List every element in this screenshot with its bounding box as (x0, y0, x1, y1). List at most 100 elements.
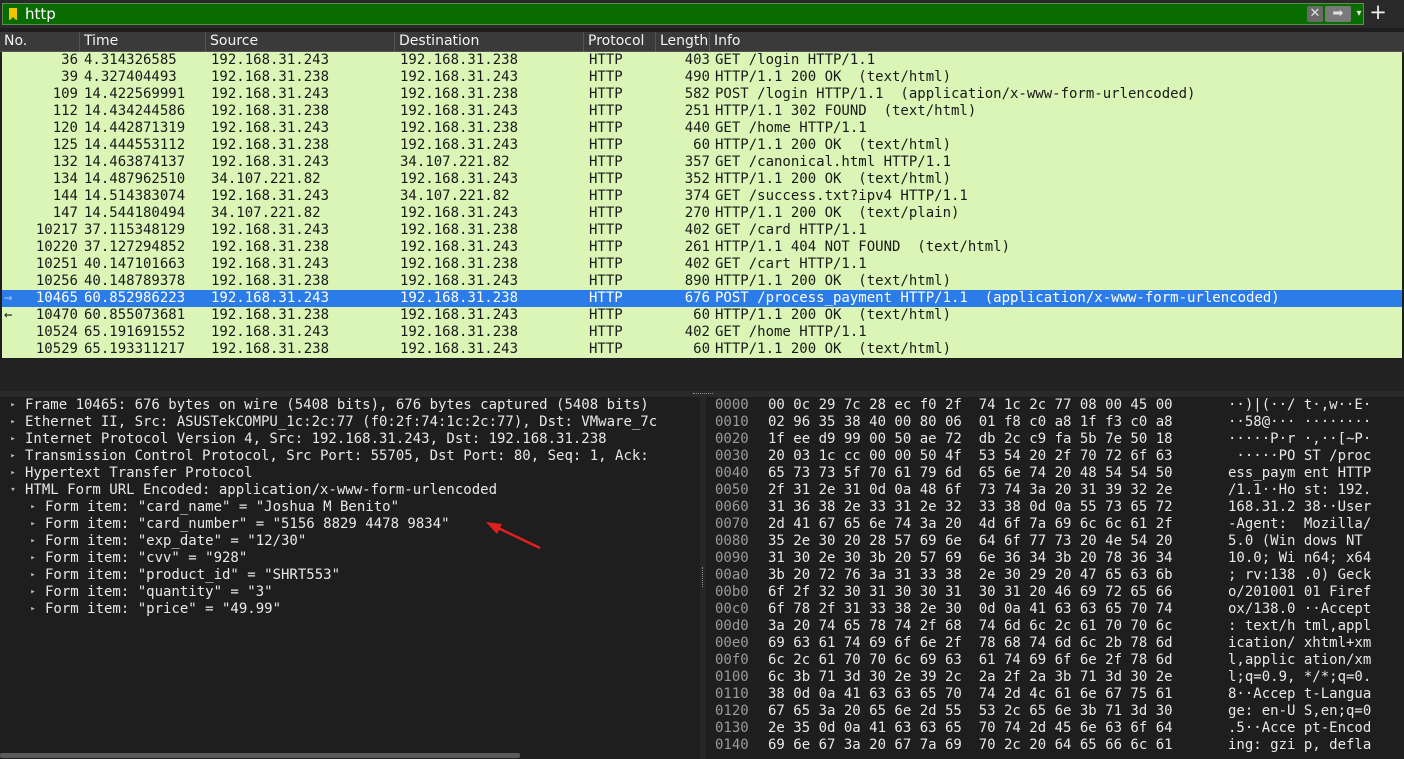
collapsed-arrow-icon[interactable]: ▸ (8, 465, 18, 482)
collapsed-arrow-icon[interactable]: ▸ (8, 397, 18, 414)
hex-dump-row[interactable]: 00f0 6c 2c 61 70 70 6c 69 63 61 74 69 6f … (706, 652, 1404, 669)
packet-row[interactable]: 36 4.314326585 192.168.31.243 192.168.31.23… (2, 52, 1402, 69)
collapsed-arrow-icon[interactable]: ▸ (28, 601, 38, 618)
details-horizontal-scrollbar[interactable] (0, 753, 520, 758)
column-header-protocol[interactable]: Protocol (584, 32, 656, 51)
packet-row[interactable]: 39 4.327404493 192.168.31.238 192.168.31.24… (2, 69, 1402, 86)
clear-filter-icon[interactable]: ✕ (1307, 6, 1323, 22)
protocol-tree-row[interactable]: ▸ Hypertext Transfer Protocol (0, 465, 700, 482)
packet-row[interactable]: 134 14.487962510 34.107.221.82 192.168.31.2… (2, 171, 1402, 188)
packet-row[interactable]: 10217 37.115348129 192.168.31.243 192.168.3… (2, 222, 1402, 239)
hex-dump-row[interactable]: 0050 2f 31 2e 31 0d 0a 48 6f 73 74 3a 20 … (706, 482, 1404, 499)
protocol-tree-row[interactable]: ▸ Internet Protocol Version 4, Src: 192.1… (0, 431, 700, 448)
cell-time: 65.191691552 (84, 324, 186, 340)
bookmark-icon[interactable] (9, 8, 17, 21)
column-header-time[interactable]: Time (80, 32, 206, 51)
form-item-row[interactable]: ▸ Form item: "cvv" = "928" (0, 550, 700, 567)
hex-dump-row[interactable]: 00d0 3a 20 74 65 78 74 2f 68 74 6d 6c 2c … (706, 618, 1404, 635)
cell-time: 4.327404493 (84, 69, 177, 85)
packet-row[interactable]: 109 14.422569991 192.168.31.243 192.168.31.… (2, 86, 1402, 103)
collapsed-arrow-icon[interactable]: ▸ (28, 516, 38, 533)
form-item-row[interactable]: ▸ Form item: "price" = "49.99" (0, 601, 700, 618)
packet-details-pane[interactable]: ▸ Frame 10465: 676 bytes on wire (5408 bi… (0, 397, 700, 759)
hex-dump-row[interactable]: 0070 2d 41 67 65 6e 74 3a 20 4d 6f 7a 69 … (706, 516, 1404, 533)
packet-row[interactable]: 132 14.463874137 192.168.31.243 34.107.221.… (2, 154, 1402, 171)
protocol-tree-row[interactable]: ▸ Transmission Control Protocol, Src Port… (0, 448, 700, 465)
hex-dump-row[interactable]: 0110 38 0d 0a 41 63 63 65 70 74 2d 4c 61 … (706, 686, 1404, 703)
filter-history-icon[interactable]: ▾ (1354, 6, 1364, 22)
cell-source: 192.168.31.243 (211, 86, 330, 102)
hex-dump-row[interactable]: 0100 6c 3b 71 3d 30 2e 39 2c 2a 2f 2a 3b … (706, 669, 1404, 686)
cell-time: 14.463874137 (84, 154, 186, 170)
hex-dump-row[interactable]: 00c0 6f 78 2f 31 33 38 2e 30 0d 0a 41 63 … (706, 601, 1404, 618)
packet-row[interactable]: ← 10470 60.855073681 192.168.31.238 192.168.… (2, 307, 1402, 324)
protocol-tree-row[interactable]: ▸ Ethernet II, Src: ASUSTekCOMPU_1c:2c:77… (0, 414, 700, 431)
cell-time: 14.487962510 (84, 171, 186, 187)
form-item-row[interactable]: ▸ Form item: "card_name" = "Joshua M Beni… (0, 499, 700, 516)
packet-row[interactable]: 125 14.444553112 192.168.31.238 192.168.31.… (2, 137, 1402, 154)
cell-info: POST /login HTTP/1.1 (application/x-www-… (715, 86, 1196, 102)
hex-dump-row[interactable]: 0040 65 73 73 5f 70 61 79 6d 65 6e 74 20 … (706, 465, 1404, 482)
packet-row[interactable]: 144 14.514383074 192.168.31.243 34.107.221.… (2, 188, 1402, 205)
hex-dump-row[interactable]: 0120 67 65 3a 20 65 6e 2d 55 53 2c 65 6e … (706, 703, 1404, 720)
cell-info: GET /home HTTP/1.1 (715, 120, 867, 136)
protocol-tree-row[interactable]: ▸ Frame 10465: 676 bytes on wire (5408 bi… (0, 397, 700, 414)
packet-bytes-pane[interactable]: 0000 00 0c 29 7c 28 ec f0 2f 74 1c 2c 77 … (706, 397, 1404, 759)
hex-dump-row[interactable]: 0020 1f ee d9 99 00 50 ae 72 db 2c c9 fa … (706, 431, 1404, 448)
collapsed-arrow-icon[interactable]: ▸ (28, 550, 38, 567)
packet-row[interactable]: 10529 65.193311217 192.168.31.238 192.168.3… (2, 341, 1402, 358)
cell-no: 134 (52, 171, 78, 187)
tree-item-label: Hypertext Transfer Protocol (25, 465, 253, 481)
hex-dump-row[interactable]: 0130 2e 35 0d 0a 41 63 63 65 70 74 2d 45 … (706, 720, 1404, 737)
collapsed-arrow-icon[interactable]: ▸ (28, 499, 38, 516)
collapsed-arrow-icon[interactable]: ▸ (28, 533, 38, 550)
protocol-tree-row[interactable]: ▾ HTML Form URL Encoded: application/x-ww… (0, 482, 700, 499)
form-item-row[interactable]: ▸ Form item: "quantity" = "3" (0, 584, 700, 601)
packet-row[interactable]: 10256 40.148789378 192.168.31.238 192.168.3… (2, 273, 1402, 290)
hex-dump-row[interactable]: 0000 00 0c 29 7c 28 ec f0 2f 74 1c 2c 77 … (706, 397, 1404, 414)
packet-row[interactable]: 112 14.434244586 192.168.31.238 192.168.31.… (2, 103, 1402, 120)
expanded-arrow-icon[interactable]: ▾ (8, 482, 18, 499)
hex-dump-row[interactable]: 0090 31 30 2e 30 3b 20 57 69 6e 36 34 3b … (706, 550, 1404, 567)
column-header-destination[interactable]: Destination (395, 32, 584, 51)
apply-filter-icon[interactable]: ➡ (1325, 6, 1351, 22)
display-filter-input[interactable] (25, 5, 1295, 23)
hex-dump-row[interactable]: 0080 35 2e 30 20 28 57 69 6e 64 6f 77 73 … (706, 533, 1404, 550)
collapsed-arrow-icon[interactable]: ▸ (8, 448, 18, 465)
column-header-info[interactable]: Info (710, 32, 1404, 51)
packet-list[interactable]: 36 4.314326585 192.168.31.243 192.168.31.23… (2, 52, 1402, 358)
packet-row[interactable]: 147 14.544180494 34.107.221.82 192.168.31.2… (2, 205, 1402, 222)
cell-time: 14.422569991 (84, 86, 186, 102)
byte-hex: 02 96 35 38 40 00 80 06 01 f8 c0 a8 1f f… (768, 414, 1173, 430)
packet-row[interactable]: 10251 40.147101663 192.168.31.243 192.168.3… (2, 256, 1402, 273)
tree-item-label: Form item: "card_number" = "5156 8829 44… (45, 516, 450, 532)
hex-dump-row[interactable]: 00e0 69 63 61 74 69 6f 6e 2f 78 68 74 6d … (706, 635, 1404, 652)
tree-item-label: HTML Form URL Encoded: application/x-www… (25, 482, 498, 498)
hex-dump-row[interactable]: 0030 20 03 1c cc 00 00 50 4f 53 54 20 2f … (706, 448, 1404, 465)
hex-dump-row[interactable]: 00b0 6f 2f 32 30 31 30 30 31 30 31 20 46 … (706, 584, 1404, 601)
collapsed-arrow-icon[interactable]: ▸ (28, 567, 38, 584)
hex-dump-row[interactable]: 00a0 3b 20 72 76 3a 31 33 38 2e 30 29 20 … (706, 567, 1404, 584)
hex-dump-row[interactable]: 0060 31 36 38 2e 33 31 2e 32 33 38 0d 0a … (706, 499, 1404, 516)
column-header-length[interactable]: Length (656, 32, 710, 51)
packet-row[interactable]: → 10465 60.852986223 192.168.31.243 192.168.… (2, 290, 1402, 307)
display-filter-box[interactable]: ✕ ➡ ▾ (2, 3, 1364, 25)
hex-dump-row[interactable]: 0010 02 96 35 38 40 00 80 06 01 f8 c0 a8 … (706, 414, 1404, 431)
packet-row[interactable]: 10220 37.127294852 192.168.31.238 192.168.3… (2, 239, 1402, 256)
form-item-row[interactable]: ▸ Form item: "exp_date" = "12/30" (0, 533, 700, 550)
packet-row[interactable]: 10524 65.191691552 192.168.31.243 192.168.3… (2, 324, 1402, 341)
cell-destination: 192.168.31.238 (400, 290, 519, 306)
cell-destination: 192.168.31.243 (400, 103, 519, 119)
column-header-source[interactable]: Source (206, 32, 395, 51)
cell-info: GET /home HTTP/1.1 (715, 324, 867, 340)
packet-row[interactable]: 120 14.442871319 192.168.31.243 192.168.31.… (2, 120, 1402, 137)
collapsed-arrow-icon[interactable]: ▸ (8, 431, 18, 448)
form-item-row[interactable]: ▸ Form item: "card_number" = "5156 8829 4… (0, 516, 700, 533)
column-header-no[interactable]: No. (0, 32, 80, 51)
cell-protocol: HTTP (589, 290, 623, 306)
collapsed-arrow-icon[interactable]: ▸ (28, 584, 38, 601)
hex-dump-row[interactable]: 0140 69 6e 67 3a 20 67 7a 69 70 2c 20 64 … (706, 737, 1404, 754)
collapsed-arrow-icon[interactable]: ▸ (8, 414, 18, 431)
add-filter-button-icon[interactable]: + (1369, 1, 1387, 23)
form-item-row[interactable]: ▸ Form item: "product_id" = "SHRT553" (0, 567, 700, 584)
